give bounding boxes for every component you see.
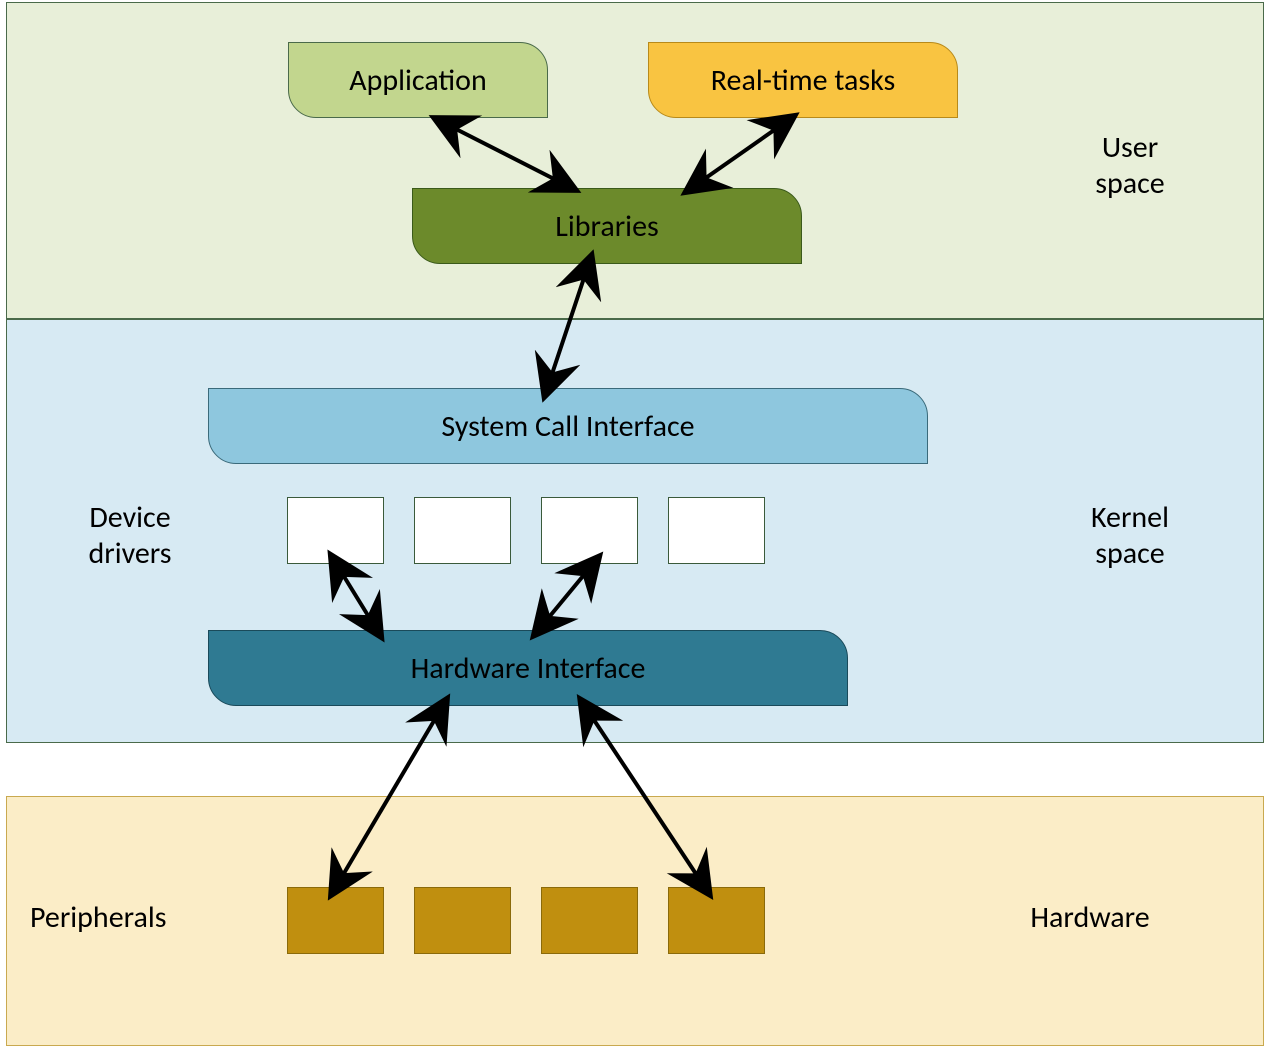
diagram-stage: User space Kernel space Hardware Device … [0, 0, 1268, 1052]
peripheral-box [414, 887, 511, 954]
kernel-space-label: Kernel space [1040, 500, 1220, 572]
user-space-label-line1: User [1040, 130, 1220, 166]
hwiface-node-label: Hardware Interface [411, 650, 646, 687]
user-space-label-line2: space [1040, 166, 1220, 202]
device-drivers-label-line2: drivers [55, 536, 205, 572]
user-space-label: User space [1040, 130, 1220, 202]
application-node-label: Application [349, 62, 486, 99]
driver-box [414, 497, 511, 564]
syscall-node: System Call Interface [208, 388, 928, 464]
peripherals-label: Peripherals [30, 900, 250, 936]
device-drivers-label: Device drivers [55, 500, 205, 572]
libraries-node-label: Libraries [555, 208, 658, 245]
device-drivers-label-line1: Device [55, 500, 205, 536]
kernel-space-label-line2: space [1040, 536, 1220, 572]
hardware-label: Hardware [980, 900, 1200, 936]
libraries-node: Libraries [412, 188, 802, 264]
hwiface-node: Hardware Interface [208, 630, 848, 706]
driver-box [541, 497, 638, 564]
syscall-node-label: System Call Interface [441, 408, 694, 445]
peripheral-box [668, 887, 765, 954]
driver-box [668, 497, 765, 564]
kernel-space-label-line1: Kernel [1040, 500, 1220, 536]
peripheral-box [541, 887, 638, 954]
realtime-node-label: Real-time tasks [711, 62, 895, 99]
realtime-node: Real-time tasks [648, 42, 958, 118]
peripheral-box [287, 887, 384, 954]
application-node: Application [288, 42, 548, 118]
driver-box [287, 497, 384, 564]
